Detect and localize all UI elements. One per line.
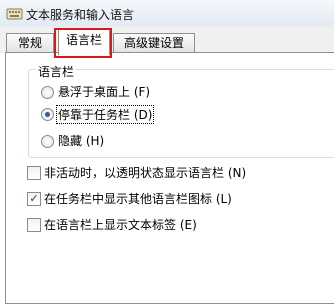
tab-advanced-key-settings[interactable]: 高级键设置 [113,33,195,52]
show-extra-icons-checkbox[interactable]: ✓ [27,192,41,206]
language-bar-group-label: 语言栏 [36,63,77,80]
float-on-desktop-label[interactable]: 悬浮于桌面上 (F) [58,83,150,100]
dock-in-taskbar-label[interactable]: 停靠于任务栏 (D) [56,105,155,124]
transparent-when-inactive-label[interactable]: 非活动时，以透明状态显示语言栏 (N) [44,164,246,181]
hidden-label[interactable]: 隐藏 (H) [58,132,104,149]
transparent-when-inactive-checkbox[interactable] [27,166,41,180]
show-text-labels-checkbox[interactable] [27,218,41,232]
show-extra-icons-label[interactable]: 在任务栏中显示其他语言栏图标 (L) [44,190,232,207]
window-title: 文本服务和输入语言 [26,8,135,22]
dock-in-taskbar-radio[interactable] [41,108,54,121]
float-on-desktop-radio[interactable] [41,86,54,99]
tab-general[interactable]: 常规 [6,33,54,52]
hidden-radio[interactable] [41,135,54,148]
show-text-labels-label[interactable]: 在语言栏上显示文本标签 (E) [44,216,197,233]
title-bar: 文本服务和输入语言 [0,0,334,28]
tab-language-bar[interactable]: 语言栏 [58,29,110,55]
keyboard-icon [6,8,23,20]
